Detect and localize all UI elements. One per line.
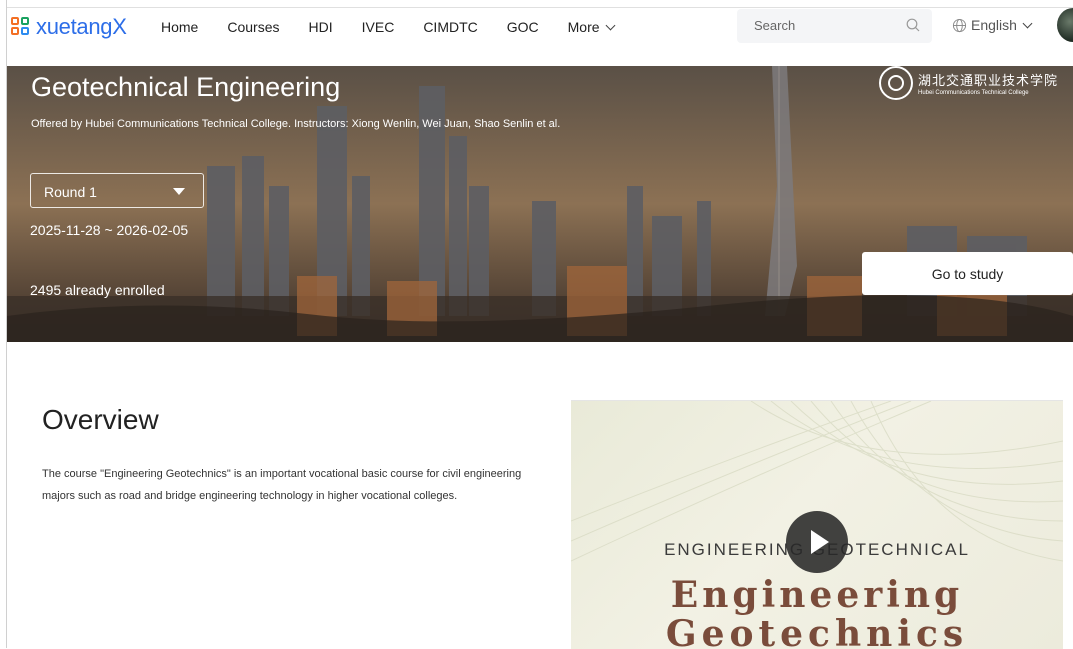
- user-avatar[interactable]: [1057, 8, 1073, 42]
- nav-cimdtc[interactable]: CIMDTC: [423, 18, 477, 36]
- search-box[interactable]: [737, 9, 932, 43]
- course-dates: 2025-11-28 ~ 2026-02-05: [30, 222, 189, 238]
- nav-cimdtc-label: CIMDTC: [423, 19, 478, 35]
- nav-ivec-label: IVEC: [361, 19, 395, 35]
- language-label: English: [971, 17, 1017, 33]
- logo-text: xuetangX: [36, 14, 127, 39]
- nav-goc[interactable]: GOC: [507, 18, 539, 36]
- logo-mark-icon: [11, 16, 33, 38]
- window-top-edge: [0, 0, 1073, 8]
- main-nav: Home Courses HDI IVEC CIMDTC GOC More: [161, 18, 643, 36]
- nav-courses-label: Courses: [227, 19, 280, 35]
- round-select[interactable]: Round 1: [30, 173, 204, 208]
- video-caption-line2: Geotechnics: [665, 613, 969, 649]
- nav-goc-label: GOC: [506, 19, 539, 35]
- language-selector[interactable]: English: [952, 17, 1033, 33]
- nav-more-label: More: [567, 19, 600, 35]
- search-input[interactable]: [752, 17, 896, 34]
- round-select-label: Round 1: [44, 184, 97, 200]
- course-banner: Geotechnical Engineering Offered by Hube…: [7, 66, 1073, 342]
- college-name-en: Hubei Communications Technical College: [918, 90, 1029, 96]
- nav-courses[interactable]: Courses: [227, 18, 279, 36]
- globe-icon: [952, 18, 967, 32]
- overview-description: The course "Engineering Geotechnics" is …: [42, 468, 522, 502]
- overview-heading: Overview: [42, 404, 159, 435]
- nav-ivec[interactable]: IVEC: [362, 18, 395, 36]
- nav-more[interactable]: More: [567, 18, 615, 36]
- college-seal-icon: [879, 66, 913, 100]
- nav-home-label: Home: [161, 19, 199, 35]
- xuetangx-logo[interactable]: xuetangX: [11, 14, 127, 40]
- search-icon[interactable]: [906, 18, 920, 32]
- course-title: Geotechnical Engineering: [31, 72, 341, 102]
- play-icon[interactable]: [786, 511, 848, 573]
- nav-hdi[interactable]: HDI: [309, 18, 333, 36]
- course-offered-by: Offered by Hubei Communications Technica…: [31, 118, 561, 130]
- chevron-down-icon: [1022, 18, 1033, 28]
- chevron-down-icon: [605, 20, 615, 30]
- go-to-study-button[interactable]: Go to study: [862, 252, 1073, 295]
- nav-home[interactable]: Home: [161, 18, 198, 36]
- nav-hdi-label: HDI: [308, 19, 333, 35]
- college-name-cn: 湖北交通职业技术学院: [918, 74, 1059, 89]
- caret-down-icon: [173, 188, 185, 195]
- enrolled-count: 2495 already enrolled: [30, 282, 165, 298]
- video-caption-line1: Engineering: [670, 574, 964, 616]
- window-left-edge: [0, 0, 7, 648]
- top-header: xuetangX Home Courses HDI IVEC CIMDTC GO…: [7, 8, 1073, 66]
- course-intro-video[interactable]: ENGINEERING GEOTECHNICAL Engineering Geo…: [571, 400, 1063, 649]
- college-logo: 湖北交通职业技术学院 Hubei Communications Technica…: [879, 66, 1058, 100]
